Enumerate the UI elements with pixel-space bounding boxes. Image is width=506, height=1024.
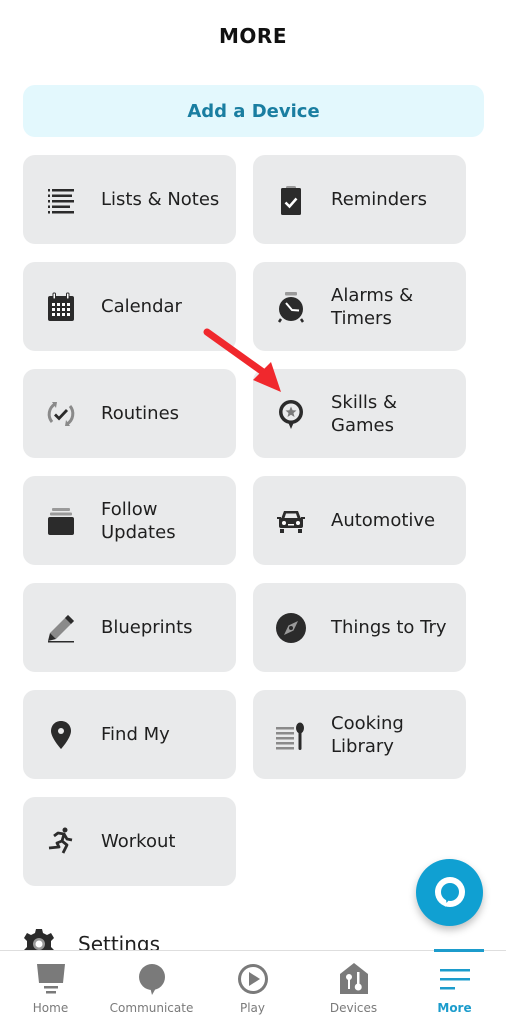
clipboard-check-icon [275, 184, 307, 216]
chat-bubble-icon [138, 964, 165, 995]
card-automotive[interactable]: Automotive [253, 476, 466, 565]
card-label: Cooking Library [331, 712, 404, 757]
card-things-to-try[interactable]: Things to Try [253, 583, 466, 672]
menu-lines-icon [439, 969, 470, 990]
nav-home[interactable]: Home [0, 951, 101, 1024]
card-label: Reminders [331, 189, 427, 210]
card-skills-games[interactable]: Skills & Games [253, 369, 466, 458]
nav-play[interactable]: Play [202, 951, 303, 1024]
card-alarms-timers[interactable]: Alarms & Timers [253, 262, 466, 351]
card-label: Blueprints [101, 617, 193, 638]
devices-house-icon [339, 963, 368, 994]
add-device-button[interactable]: Add a Device [23, 85, 484, 137]
card-follow-updates[interactable]: Follow Updates [23, 476, 236, 565]
card-reminders[interactable]: Reminders [253, 155, 466, 244]
compass-icon [275, 612, 307, 644]
page-title: MORE [219, 24, 287, 48]
card-label: Things to Try [331, 617, 447, 638]
alarm-clock-icon [275, 291, 307, 323]
stack-icon [45, 505, 77, 537]
card-label: Automotive [331, 510, 436, 531]
card-blueprints[interactable]: Blueprints [23, 583, 236, 672]
nav-communicate[interactable]: Communicate [101, 951, 202, 1024]
bottom-nav: Home Communicate Play Devices More [0, 949, 506, 1024]
skills-star-icon [275, 398, 307, 430]
card-calendar[interactable]: Calendar [23, 262, 236, 351]
alexa-icon [434, 876, 465, 907]
card-label: Alarms & Timers [331, 284, 414, 329]
card-lists-notes[interactable]: Lists & Notes [23, 155, 236, 244]
list-icon [45, 184, 77, 216]
nav-label: Home [32, 1001, 69, 1015]
card-label: Skills & Games [331, 391, 397, 436]
card-find-my[interactable]: Find My [23, 690, 236, 779]
nav-label: More [437, 1001, 472, 1015]
play-icon [237, 964, 268, 994]
location-pin-icon [45, 719, 77, 751]
card-cooking-library[interactable]: Cooking Library [253, 690, 466, 779]
card-label: Workout [101, 831, 176, 852]
pencil-icon [45, 612, 77, 644]
nav-label: Devices [329, 1001, 378, 1015]
page-header: MORE [0, 0, 506, 72]
car-icon [275, 505, 307, 537]
nav-devices[interactable]: Devices [303, 951, 404, 1024]
card-label: Find My [101, 724, 170, 745]
calendar-icon [45, 291, 77, 323]
card-label: Lists & Notes [101, 189, 220, 210]
nav-more[interactable]: More [404, 949, 505, 1024]
home-icon [36, 964, 65, 994]
card-label: Routines [101, 403, 180, 424]
running-icon [45, 826, 77, 858]
card-label: Calendar [101, 296, 182, 317]
nav-label: Play [239, 1001, 266, 1015]
nav-label: Communicate [109, 1001, 194, 1015]
alexa-button[interactable] [416, 859, 483, 926]
cooking-spoon-icon [275, 719, 307, 751]
routines-icon [45, 398, 77, 430]
card-routines[interactable]: Routines [23, 369, 236, 458]
card-workout[interactable]: Workout [23, 797, 236, 886]
card-label: Follow Updates [101, 498, 176, 543]
